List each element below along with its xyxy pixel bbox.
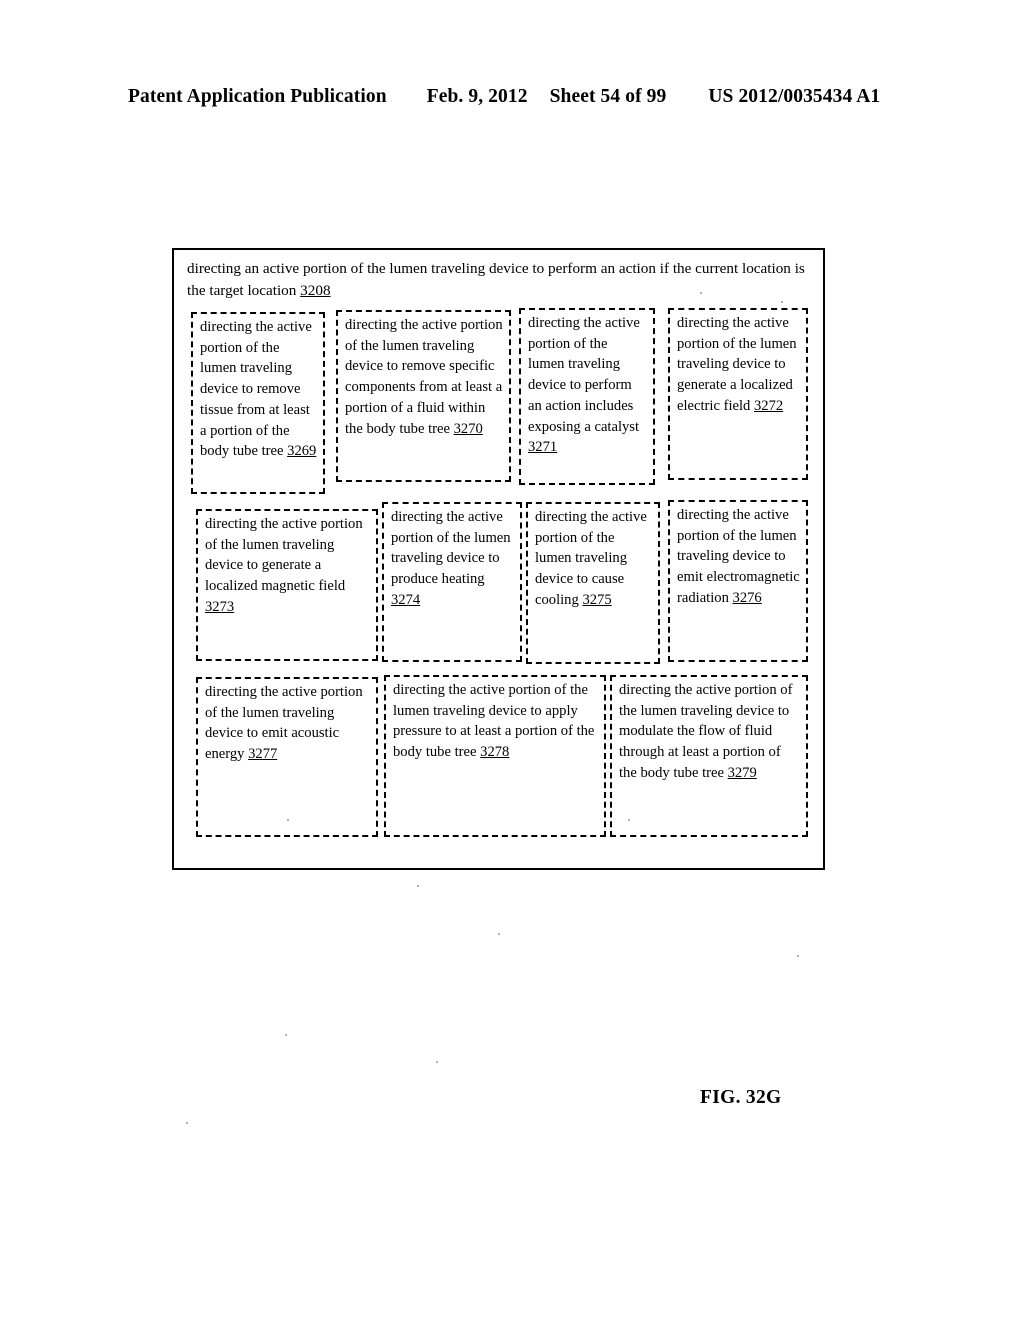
scan-speckle [436,1061,438,1063]
scan-speckle [797,955,799,957]
header-sheet-number: Sheet 54 of 99 [549,86,667,107]
scan-speckle [781,301,783,303]
step-body-text: directing the active portion of the lume… [528,315,640,435]
scan-speckle [417,885,419,887]
flowchart-title-reference: 3208 [300,281,331,299]
scan-speckle [700,292,702,294]
scan-speckle [498,933,500,935]
flowchart-step-text: directing the active portion of the lume… [677,505,800,609]
flowchart-step-text: directing the active portion of the lume… [391,507,514,611]
flowchart-step-box-3276: directing the active portion of the lume… [668,500,808,662]
flowchart-step-text: directing the active portion of the lume… [200,317,317,462]
flowchart-step-text: directing the active portion of the lume… [619,680,800,784]
flowchart-step-box-3278: directing the active portion of the lume… [384,675,606,837]
step-reference-number: 3273 [205,598,235,615]
page-header: Patent Application Publication Feb. 9, 2… [128,86,896,108]
flowchart-step-text: directing the active portion of the lume… [677,313,800,417]
step-body-text: directing the active portion of the lume… [205,684,363,763]
flowchart-title: directing an active portion of the lumen… [187,258,807,301]
flowchart-title-text: directing an active portion of the lumen… [187,260,805,299]
step-body-text: directing the active portion of the lume… [345,317,503,437]
step-reference-number: 3275 [582,591,612,608]
flowchart-step-box-3277: directing the active portion of the lume… [196,677,378,837]
step-reference-number: 3279 [727,764,757,781]
step-reference-number: 3269 [287,443,317,460]
flowchart-step-box-3272: directing the active portion of the lume… [668,308,808,480]
flowchart-step-box-3271: directing the active portion of the lume… [519,308,655,485]
flowchart-step-text: directing the active portion of the lume… [205,514,370,618]
header-publication-title: Patent Application Publication [128,86,387,107]
flowchart-step-box-3279: directing the active portion of the lume… [610,675,808,837]
scan-speckle [628,819,630,821]
step-body-text: directing the active portion of the lume… [200,319,312,460]
flowchart-step-box-3273: directing the active portion of the lume… [196,509,378,661]
step-reference-number: 3272 [753,397,784,414]
scan-speckle [186,1122,188,1124]
step-body-text: directing the active portion of the lume… [205,516,363,595]
flowchart-step-box-3269: directing the active portion of the lume… [191,312,325,494]
header-date: Feb. 9, 2012 [426,86,528,107]
flowchart-outer-box: directing an active portion of the lumen… [172,248,825,870]
flowchart-step-text: directing the active portion of the lume… [393,680,598,763]
flowchart-step-text: directing the active portion of the lume… [528,313,647,458]
figure-label: FIG. 32G [700,1087,782,1108]
step-reference-number: 3271 [528,439,558,456]
scan-speckle [285,1034,287,1036]
step-reference-number: 3277 [248,746,278,763]
step-reference-number: 3270 [453,420,483,437]
step-reference-number: 3274 [391,591,421,608]
flowchart-step-box-3275: directing the active portion of the lume… [526,502,660,664]
flowchart-step-box-3274: directing the active portion of the lume… [382,502,522,662]
step-reference-number: 3278 [480,744,510,761]
step-reference-number: 3276 [732,589,762,606]
flowchart-step-box-3270: directing the active portion of the lume… [336,310,511,482]
step-body-text: directing the active portion of the lume… [619,682,793,781]
header-patent-number: US 2012/0035434 A1 [708,86,881,107]
scan-speckle [287,819,289,821]
flowchart-step-text: directing the active portion of the lume… [535,507,652,611]
step-body-text: directing the active portion of the lume… [391,509,511,588]
flowchart-step-text: directing the active portion of the lume… [345,315,503,439]
flowchart-step-text: directing the active portion of the lume… [205,682,370,765]
